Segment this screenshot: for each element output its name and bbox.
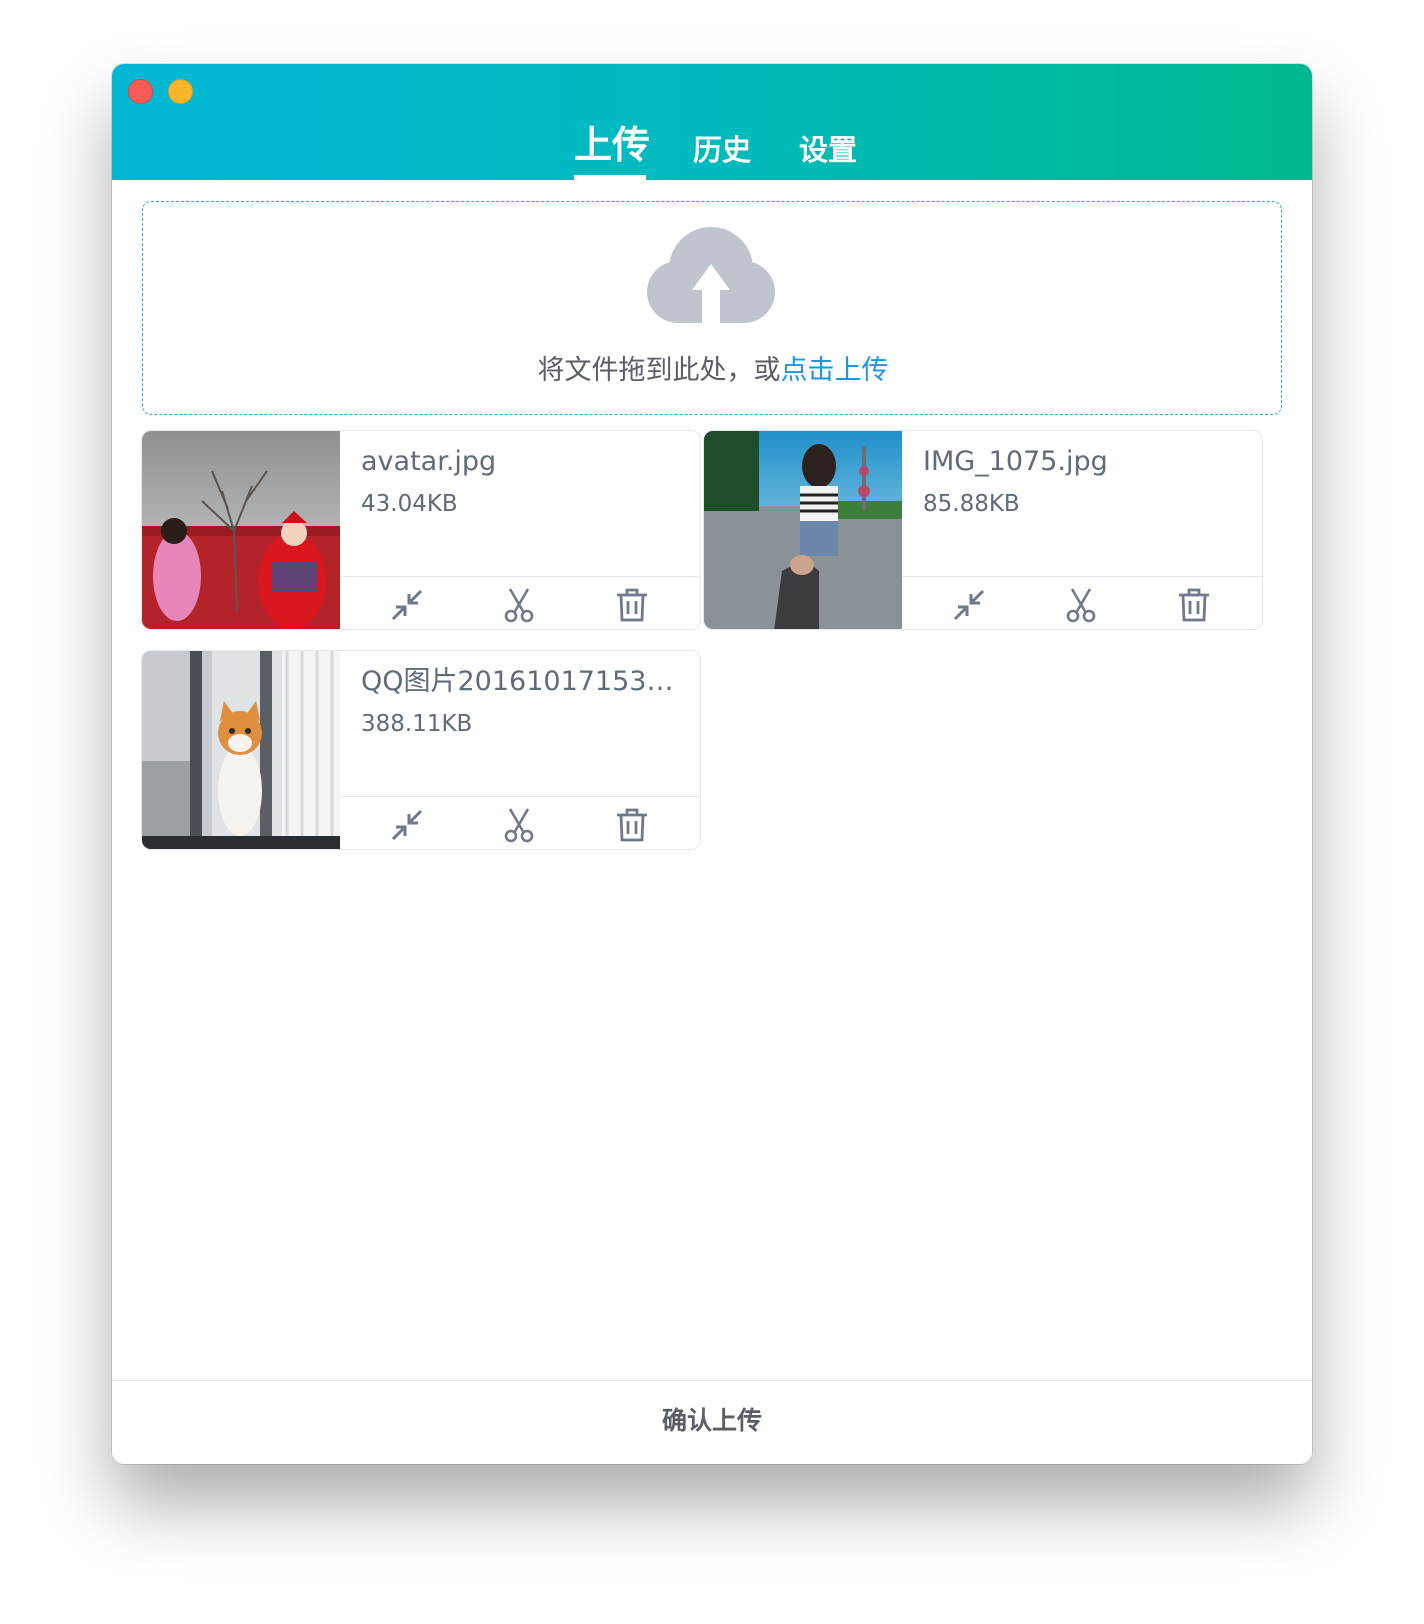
trash-icon[interactable]	[614, 587, 650, 623]
scissors-icon[interactable]	[501, 807, 537, 843]
file-thumbnail	[704, 431, 902, 629]
file-name: IMG_1075.jpg	[923, 446, 1108, 477]
file-thumbnail	[142, 431, 340, 629]
file-actions	[340, 576, 700, 629]
file-size: 85.88KB	[923, 491, 1020, 517]
file-card: avatar.jpg 43.04KB	[141, 430, 701, 630]
file-size: 388.11KB	[361, 711, 473, 737]
file-name: avatar.jpg	[361, 446, 497, 477]
dropzone-instructions: 将文件拖到此处，或点击上传	[143, 354, 1283, 388]
app-window: 上传 历史 设置 将文件拖到此处，或点击上传 avatar.jpg 43.04K…	[112, 64, 1312, 1464]
file-thumbnail	[142, 651, 340, 849]
file-actions	[902, 576, 1262, 629]
tab-settings[interactable]: 设置	[798, 132, 858, 168]
tab-upload-label: 上传	[574, 123, 651, 167]
dropzone-text: 将文件拖到此处，或	[537, 355, 781, 386]
trash-icon[interactable]	[614, 807, 650, 843]
compress-icon[interactable]	[389, 807, 425, 843]
upload-dropzone[interactable]: 将文件拖到此处，或点击上传	[142, 201, 1282, 415]
tab-bar: 上传 历史 设置	[112, 64, 1312, 180]
active-tab-indicator	[574, 175, 646, 180]
scissors-icon[interactable]	[501, 587, 537, 623]
click-upload-link[interactable]: 点击上传	[781, 355, 889, 386]
file-actions	[340, 796, 700, 849]
scissors-icon[interactable]	[1063, 587, 1099, 623]
file-name: QQ图片201610171530…	[361, 666, 686, 697]
tab-history[interactable]: 历史	[692, 132, 752, 168]
file-card: QQ图片201610171530… 388.11KB	[141, 650, 701, 850]
trash-icon[interactable]	[1176, 587, 1212, 623]
compress-icon[interactable]	[951, 587, 987, 623]
compress-icon[interactable]	[389, 587, 425, 623]
file-size: 43.04KB	[361, 491, 458, 517]
title-bar: 上传 历史 设置	[112, 64, 1312, 180]
cloud-upload-icon	[643, 222, 779, 324]
tab-settings-label: 设置	[798, 133, 857, 167]
confirm-upload-button[interactable]: 确认上传	[612, 1401, 812, 1441]
tab-upload[interactable]: 上传	[574, 122, 650, 180]
footer-bar: 确认上传	[112, 1380, 1312, 1464]
file-card: IMG_1075.jpg 85.88KB	[703, 430, 1263, 630]
tab-history-label: 历史	[692, 133, 751, 167]
